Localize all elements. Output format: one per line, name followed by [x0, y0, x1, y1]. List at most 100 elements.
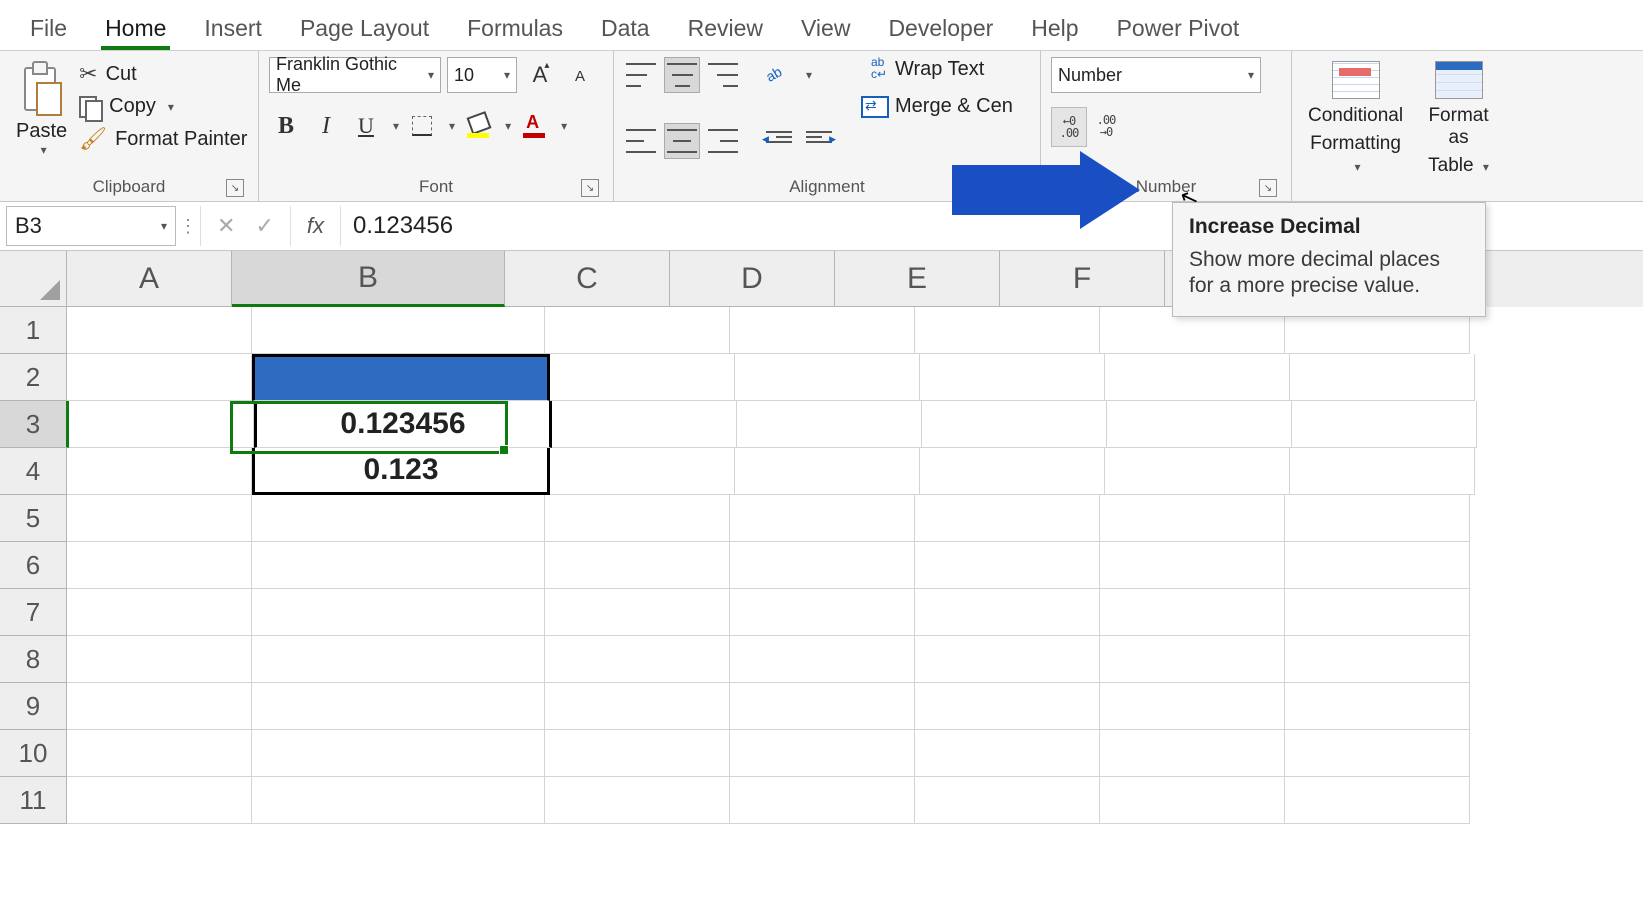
align-top-button[interactable]: [624, 58, 658, 92]
tab-review[interactable]: Review: [684, 11, 767, 50]
font-color-button[interactable]: [517, 109, 551, 143]
decrease-font-size-button[interactable]: [563, 58, 597, 92]
format-as-table-button[interactable]: Format as Table ▾: [1415, 57, 1502, 181]
cell-G2[interactable]: [1290, 354, 1475, 401]
cell-B10[interactable]: [252, 730, 545, 777]
italic-button[interactable]: I: [309, 109, 343, 143]
orientation-button[interactable]: [762, 58, 796, 92]
align-bottom-button[interactable]: [706, 58, 740, 92]
underline-button[interactable]: U: [349, 109, 383, 143]
cell-G9[interactable]: [1285, 683, 1470, 730]
cell-A8[interactable]: [67, 636, 252, 683]
cell-A9[interactable]: [67, 683, 252, 730]
chevron-down-icon[interactable]: ▾: [449, 119, 455, 133]
cell-C7[interactable]: [545, 589, 730, 636]
tab-help[interactable]: Help: [1027, 11, 1082, 50]
cell-A5[interactable]: [67, 495, 252, 542]
font-size-combo[interactable]: 10 ▾: [447, 57, 517, 93]
paste-button[interactable]: Paste ▾: [10, 57, 73, 161]
increase-decimal-button[interactable]: ←0 .00: [1051, 107, 1087, 147]
chevron-down-icon[interactable]: ▾: [1248, 68, 1254, 82]
cell-D11[interactable]: [730, 777, 915, 824]
cell-B5[interactable]: [252, 495, 545, 542]
column-header-E[interactable]: E: [835, 251, 1000, 307]
chevron-down-icon[interactable]: ▾: [41, 143, 47, 157]
cell-G7[interactable]: [1285, 589, 1470, 636]
cell-C6[interactable]: [545, 542, 730, 589]
cell-G3[interactable]: [1292, 401, 1477, 448]
cell-C8[interactable]: [545, 636, 730, 683]
row-header-8[interactable]: 8: [0, 636, 67, 683]
cell-D5[interactable]: [730, 495, 915, 542]
row-header-2[interactable]: 2: [0, 354, 67, 401]
cell-B3[interactable]: 0.123456: [254, 401, 552, 448]
wrap-text-button[interactable]: Wrap Text: [861, 57, 1013, 81]
chevron-down-icon[interactable]: ▾: [1483, 160, 1489, 174]
align-right-button[interactable]: [706, 124, 740, 158]
tab-file[interactable]: File: [26, 11, 71, 50]
cell-G6[interactable]: [1285, 542, 1470, 589]
cell-E5[interactable]: [915, 495, 1100, 542]
chevron-down-icon[interactable]: ▾: [393, 119, 399, 133]
cell-D6[interactable]: [730, 542, 915, 589]
cell-D7[interactable]: [730, 589, 915, 636]
tab-data[interactable]: Data: [597, 11, 654, 50]
cell-D1[interactable]: [730, 307, 915, 354]
cell-E2[interactable]: [920, 354, 1105, 401]
cell-E4[interactable]: [920, 448, 1105, 495]
cell-E1[interactable]: [915, 307, 1100, 354]
font-name-combo[interactable]: Franklin Gothic Me ▾: [269, 57, 441, 93]
cell-G8[interactable]: [1285, 636, 1470, 683]
cell-E10[interactable]: [915, 730, 1100, 777]
merge-center-button[interactable]: Merge & Cen: [861, 95, 1013, 118]
row-header-6[interactable]: 6: [0, 542, 67, 589]
cell-E7[interactable]: [915, 589, 1100, 636]
cell-A7[interactable]: [67, 589, 252, 636]
cell-C4[interactable]: [550, 448, 735, 495]
increase-indent-button[interactable]: [802, 124, 836, 158]
cell-B7[interactable]: [252, 589, 545, 636]
row-header-5[interactable]: 5: [0, 495, 67, 542]
chevron-down-icon[interactable]: ▾: [505, 119, 511, 133]
row-header-10[interactable]: 10: [0, 730, 67, 777]
cell-A6[interactable]: [67, 542, 252, 589]
cell-D10[interactable]: [730, 730, 915, 777]
cell-B6[interactable]: [252, 542, 545, 589]
cell-F11[interactable]: [1100, 777, 1285, 824]
column-header-A[interactable]: A: [67, 251, 232, 307]
row-header-11[interactable]: 11: [0, 777, 67, 824]
cell-B1[interactable]: [252, 307, 545, 354]
dialog-launcher-icon[interactable]: ↘: [226, 179, 244, 197]
cut-button[interactable]: ✂ Cut: [79, 61, 247, 87]
tab-power-pivot[interactable]: Power Pivot: [1113, 11, 1244, 50]
row-header-4[interactable]: 4: [0, 448, 67, 495]
tab-insert[interactable]: Insert: [200, 11, 266, 50]
cell-G10[interactable]: [1285, 730, 1470, 777]
cell-F5[interactable]: [1100, 495, 1285, 542]
chevron-down-icon[interactable]: ▾: [428, 68, 434, 82]
row-header-1[interactable]: 1: [0, 307, 67, 354]
cell-D8[interactable]: [730, 636, 915, 683]
cell-D3[interactable]: [737, 401, 922, 448]
cell-C2[interactable]: [550, 354, 735, 401]
row-header-7[interactable]: 7: [0, 589, 67, 636]
cell-G11[interactable]: [1285, 777, 1470, 824]
cell-F3[interactable]: [1107, 401, 1292, 448]
chevron-down-icon[interactable]: ▾: [561, 119, 567, 133]
cell-D4[interactable]: [735, 448, 920, 495]
cell-E9[interactable]: [915, 683, 1100, 730]
bold-button[interactable]: B: [269, 109, 303, 143]
tab-view[interactable]: View: [797, 11, 854, 50]
column-header-B[interactable]: B: [232, 251, 505, 307]
align-center-button[interactable]: [664, 123, 700, 159]
align-middle-button[interactable]: [664, 57, 700, 93]
row-header-9[interactable]: 9: [0, 683, 67, 730]
cell-B9[interactable]: [252, 683, 545, 730]
decrease-indent-button[interactable]: [762, 124, 796, 158]
fx-label[interactable]: fx: [291, 206, 341, 246]
cell-F9[interactable]: [1100, 683, 1285, 730]
cell-E6[interactable]: [915, 542, 1100, 589]
cell-C3[interactable]: [552, 401, 737, 448]
cell-A1[interactable]: [67, 307, 252, 354]
decrease-decimal-button[interactable]: .00 →0: [1089, 107, 1123, 145]
